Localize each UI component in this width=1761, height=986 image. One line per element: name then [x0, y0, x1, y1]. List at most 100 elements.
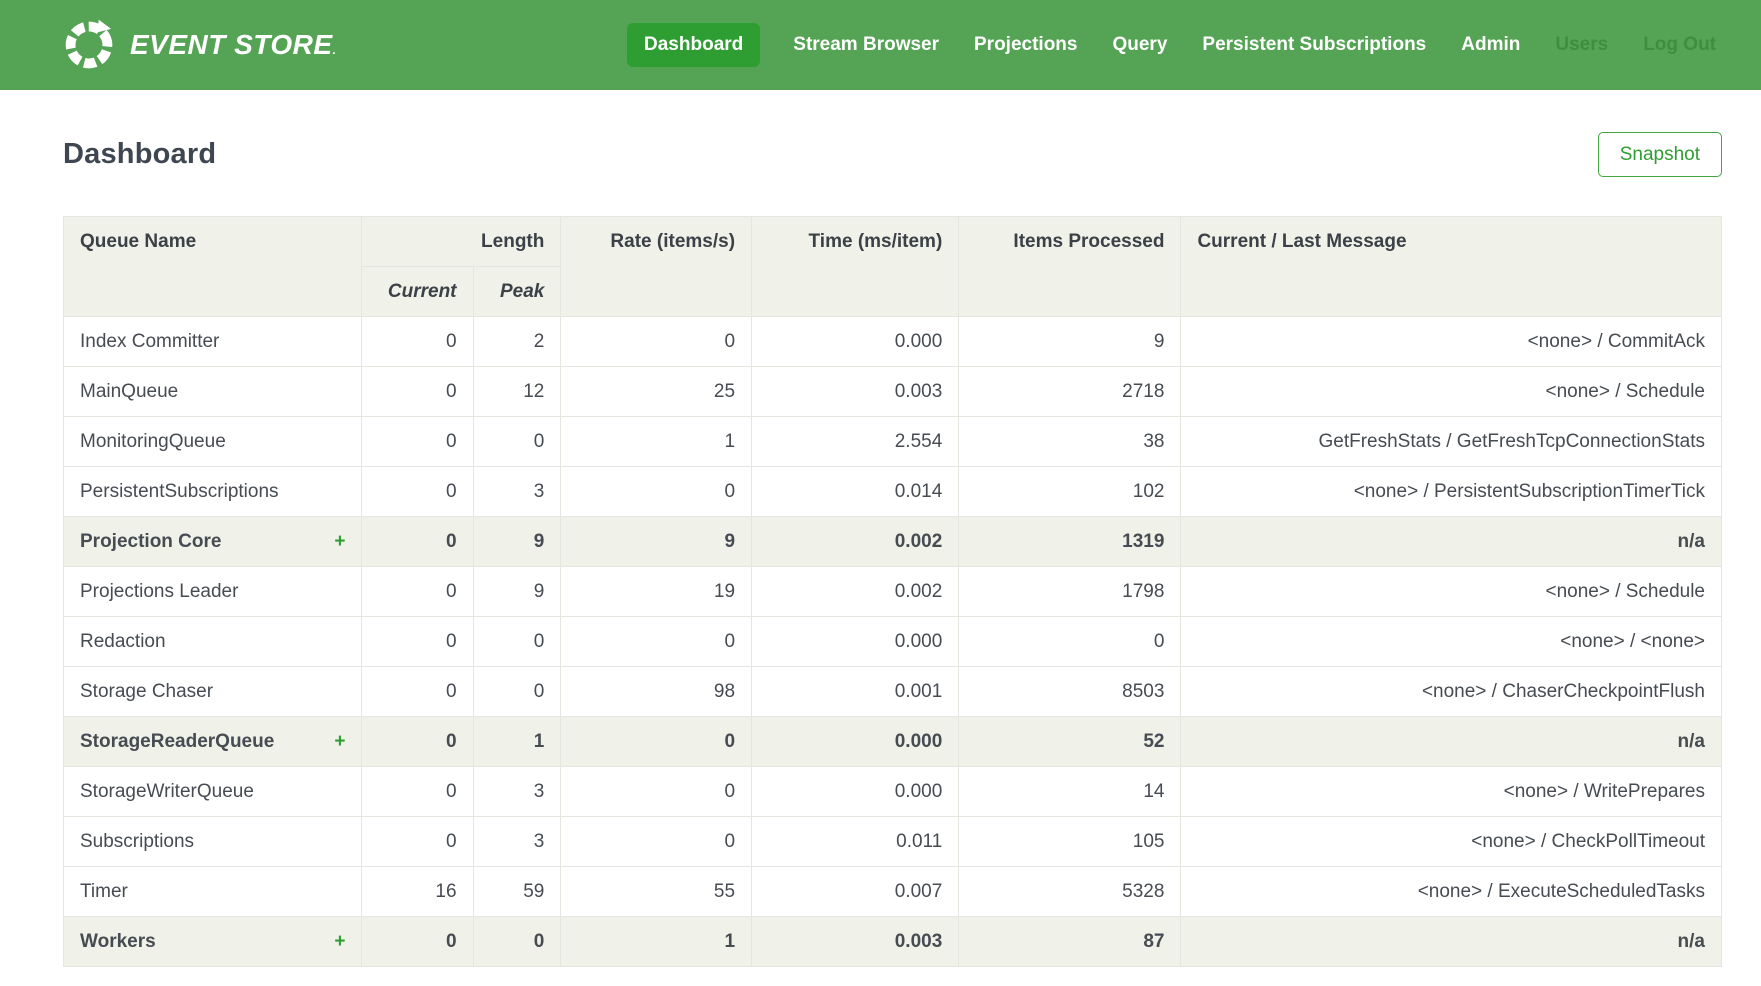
items-cell: 102 [959, 467, 1181, 517]
brand-name: EVENT STORE. [130, 29, 336, 61]
queue-name-cell: StorageReaderQueue+ [64, 717, 362, 767]
table-row-group-workers[interactable]: Workers+ 0 0 1 0.003 87 n/a [64, 917, 1722, 967]
col-header-peak: Peak [473, 267, 561, 317]
current-cell: 0 [362, 367, 473, 417]
table-row-group-projection-core[interactable]: Projection Core+ 0 9 9 0.002 1319 n/a [64, 517, 1722, 567]
peak-cell: 9 [473, 567, 561, 617]
table-row-group-storagereaderqueue[interactable]: StorageReaderQueue+ 0 1 0 0.000 52 n/a [64, 717, 1722, 767]
items-cell: 0 [959, 617, 1181, 667]
table-row-index-committer: Index Committer 0 2 0 0.000 9 <none> / C… [64, 317, 1722, 367]
nav-item-users[interactable]: Users [1553, 23, 1610, 67]
peak-cell: 2 [473, 317, 561, 367]
message-cell: <none> / ChaserCheckpointFlush [1181, 667, 1722, 717]
table-row-redaction: Redaction 0 0 0 0.000 0 <none> / <none> [64, 617, 1722, 667]
rate-cell: 0 [561, 767, 752, 817]
col-header-items-processed: Items Processed [959, 217, 1181, 317]
time-cell: 0.000 [752, 767, 959, 817]
col-header-time: Time (ms/item) [752, 217, 959, 317]
time-cell: 0.002 [752, 567, 959, 617]
nav-item-projections[interactable]: Projections [972, 23, 1079, 67]
nav-item-admin[interactable]: Admin [1459, 23, 1522, 67]
message-cell: <none> / CheckPollTimeout [1181, 817, 1722, 867]
time-cell: 0.002 [752, 517, 959, 567]
message-cell: n/a [1181, 517, 1722, 567]
table-row-timer: Timer 16 59 55 0.007 5328 <none> / Execu… [64, 867, 1722, 917]
current-cell: 16 [362, 867, 473, 917]
queue-name-cell: Timer [64, 867, 362, 917]
rate-cell: 0 [561, 467, 752, 517]
event-store-logo[interactable]: EVENT STORE. [62, 18, 336, 72]
message-cell: GetFreshStats / GetFreshTcpConnectionSta… [1181, 417, 1722, 467]
peak-cell: 9 [473, 517, 561, 567]
rate-cell: 0 [561, 317, 752, 367]
items-cell: 52 [959, 717, 1181, 767]
rate-cell: 55 [561, 867, 752, 917]
snapshot-button[interactable]: Snapshot [1598, 132, 1722, 177]
nav-item-log-out[interactable]: Log Out [1641, 23, 1718, 67]
rate-cell: 1 [561, 417, 752, 467]
rate-cell: 98 [561, 667, 752, 717]
rate-cell: 25 [561, 367, 752, 417]
queues-table: Queue Name Length Rate (items/s) Time (m… [63, 216, 1722, 967]
time-cell: 0.000 [752, 317, 959, 367]
queue-name-cell: PersistentSubscriptions [64, 467, 362, 517]
current-cell: 0 [362, 467, 473, 517]
expand-icon[interactable]: + [324, 531, 345, 553]
peak-cell: 0 [473, 917, 561, 967]
table-row-storage-chaser: Storage Chaser 0 0 98 0.001 8503 <none> … [64, 667, 1722, 717]
expand-icon[interactable]: + [324, 931, 345, 953]
time-cell: 0.007 [752, 867, 959, 917]
queue-name-cell: MonitoringQueue [64, 417, 362, 467]
main-nav: Dashboard Stream Browser Projections Que… [627, 23, 1718, 67]
time-cell: 0.003 [752, 367, 959, 417]
rate-cell: 0 [561, 817, 752, 867]
items-cell: 5328 [959, 867, 1181, 917]
nav-item-query[interactable]: Query [1110, 23, 1169, 67]
col-header-current: Current [362, 267, 473, 317]
items-cell: 14 [959, 767, 1181, 817]
queue-name-cell: Projections Leader [64, 567, 362, 617]
time-cell: 0.011 [752, 817, 959, 867]
table-header: Queue Name Length Rate (items/s) Time (m… [64, 217, 1722, 317]
peak-cell: 0 [473, 667, 561, 717]
col-header-message: Current / Last Message [1181, 217, 1722, 317]
message-cell: <none> / <none> [1181, 617, 1722, 667]
current-cell: 0 [362, 667, 473, 717]
table-row-mainqueue: MainQueue 0 12 25 0.003 2718 <none> / Sc… [64, 367, 1722, 417]
col-header-length: Length [362, 217, 561, 267]
nav-item-dashboard[interactable]: Dashboard [627, 23, 760, 67]
queue-name-cell: Index Committer [64, 317, 362, 367]
nav-item-stream-browser[interactable]: Stream Browser [791, 23, 941, 67]
items-cell: 8503 [959, 667, 1181, 717]
peak-cell: 1 [473, 717, 561, 767]
rate-cell: 0 [561, 717, 752, 767]
page-title: Dashboard [63, 138, 216, 171]
queue-name-cell: Subscriptions [64, 817, 362, 867]
queue-name-cell: Workers+ [64, 917, 362, 967]
current-cell: 0 [362, 417, 473, 467]
table-row-projections-leader: Projections Leader 0 9 19 0.002 1798 <no… [64, 567, 1722, 617]
current-cell: 0 [362, 717, 473, 767]
rate-cell: 9 [561, 517, 752, 567]
current-cell: 0 [362, 317, 473, 367]
rate-cell: 0 [561, 617, 752, 667]
time-cell: 0.001 [752, 667, 959, 717]
peak-cell: 3 [473, 817, 561, 867]
message-cell: <none> / Schedule [1181, 367, 1722, 417]
current-cell: 0 [362, 517, 473, 567]
table-row-storagewriterqueue: StorageWriterQueue 0 3 0 0.000 14 <none>… [64, 767, 1722, 817]
logo-ring-icon [62, 18, 116, 72]
items-cell: 1798 [959, 567, 1181, 617]
message-cell: <none> / Schedule [1181, 567, 1722, 617]
rate-cell: 1 [561, 917, 752, 967]
table-row-persistentsubscriptions: PersistentSubscriptions 0 3 0 0.014 102 … [64, 467, 1722, 517]
current-cell: 0 [362, 917, 473, 967]
items-cell: 9 [959, 317, 1181, 367]
nav-item-persistent-subscriptions[interactable]: Persistent Subscriptions [1200, 23, 1428, 67]
expand-icon[interactable]: + [324, 731, 345, 753]
time-cell: 0.000 [752, 717, 959, 767]
peak-cell: 59 [473, 867, 561, 917]
queue-name-cell: StorageWriterQueue [64, 767, 362, 817]
message-cell: <none> / PersistentSubscriptionTimerTick [1181, 467, 1722, 517]
time-cell: 0.003 [752, 917, 959, 967]
